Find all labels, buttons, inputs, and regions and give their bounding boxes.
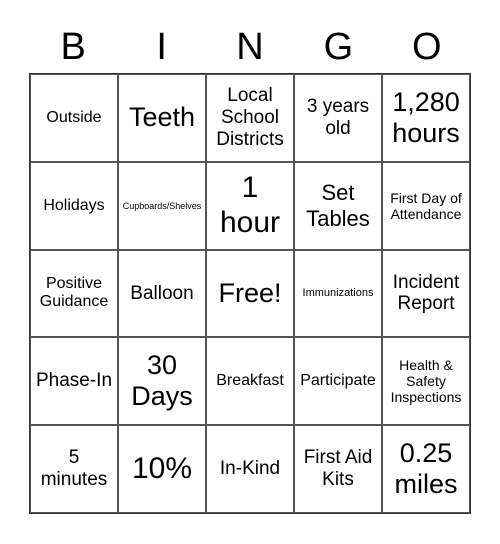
bingo-cell[interactable]: 0.25 miles (382, 425, 470, 513)
bingo-cell[interactable]: First Day of Attendance (382, 161, 470, 250)
bingo-cell[interactable]: Cupboards/Shelves (118, 161, 206, 250)
header-letter-b: B (60, 26, 86, 68)
bingo-cell[interactable]: Incident Report (382, 249, 470, 338)
bingo-cell[interactable]: In-Kind (206, 425, 294, 513)
header-letter-o: O (412, 26, 442, 68)
bingo-cell[interactable]: Balloon (118, 249, 206, 338)
bingo-cell[interactable]: Teeth (118, 74, 206, 162)
bingo-cell[interactable]: 1,280 hours (382, 74, 470, 162)
bingo-board: Outside Teeth Local School Districts 3 y… (29, 73, 471, 514)
bingo-header: B I N G O (29, 22, 471, 72)
bingo-cell[interactable]: Phase-In (30, 337, 118, 426)
bingo-cell[interactable]: Participate (294, 337, 382, 426)
free-space[interactable]: Free! (206, 249, 294, 338)
bingo-cell[interactable]: 5 minutes (30, 425, 118, 513)
bingo-cell[interactable]: Positive Guidance (30, 249, 118, 338)
bingo-cell[interactable]: Set Tables (294, 161, 382, 250)
bingo-cell[interactable]: Breakfast (206, 337, 294, 426)
bingo-cell[interactable]: 3 years old (294, 74, 382, 162)
bingo-cell[interactable]: Local School Districts (206, 74, 294, 162)
header-letter-n: N (236, 26, 264, 68)
bingo-cell[interactable]: Holidays (30, 161, 118, 250)
bingo-cell[interactable]: Outside (30, 74, 118, 162)
bingo-cell[interactable]: 1 hour (206, 161, 294, 250)
bingo-cell[interactable]: Immunizations (294, 249, 382, 338)
header-letter-i: I (156, 26, 167, 68)
bingo-cell[interactable]: 30 Days (118, 337, 206, 426)
bingo-cell[interactable]: 10% (118, 425, 206, 513)
bingo-cell[interactable]: Health & Safety Inspections (382, 337, 470, 426)
bingo-cell[interactable]: First Aid Kits (294, 425, 382, 513)
header-letter-g: G (323, 26, 354, 68)
